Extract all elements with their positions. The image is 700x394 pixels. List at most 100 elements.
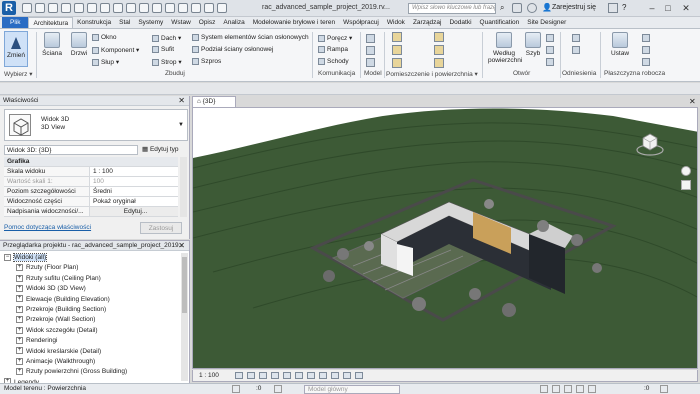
tree-item[interactable]: + Widoki 3D (3D View): [0, 284, 180, 294]
expand-icon[interactable]: +: [16, 305, 23, 313]
undo-icon[interactable]: [61, 3, 71, 13]
crop-view-icon[interactable]: [295, 372, 303, 379]
view-scale[interactable]: 1 : 100: [199, 370, 219, 381]
floor-button[interactable]: Strop ▾: [152, 58, 182, 66]
tab-item[interactable]: Zarządzaj: [409, 17, 446, 28]
minimize-icon[interactable]: –: [646, 2, 658, 14]
help-icon[interactable]: ?: [622, 3, 626, 12]
tab-item[interactable]: Systemy: [134, 17, 167, 28]
level-icon[interactable]: [572, 34, 580, 42]
property-value[interactable]: 100: [90, 177, 178, 186]
select-underlay-icon[interactable]: [552, 385, 560, 393]
properties-scrollbar[interactable]: [180, 157, 187, 217]
browser-scroll-thumb[interactable]: [182, 257, 187, 313]
tab-item[interactable]: Architektura: [28, 17, 74, 28]
by-face-button[interactable]: Według powierzchni: [488, 32, 522, 64]
tree-item[interactable]: + Animacje (Walkthrough): [0, 357, 180, 367]
close-icon[interactable]: ✕: [689, 97, 696, 106]
tab-item[interactable]: Dodatki: [445, 17, 475, 28]
property-value[interactable]: Edytuj...: [90, 207, 178, 216]
thin-lines-icon[interactable]: [178, 3, 188, 13]
vertical-opening-icon[interactable]: [546, 46, 554, 54]
select-by-face-icon[interactable]: [576, 385, 584, 393]
tree-item[interactable]: − Widoki (all): [0, 253, 180, 263]
wall-button[interactable]: Ściana: [40, 32, 64, 57]
tag-icon[interactable]: [126, 3, 136, 13]
expand-icon[interactable]: +: [16, 347, 23, 355]
worksets-icon[interactable]: [232, 385, 240, 393]
area-boundary-icon[interactable]: [434, 45, 444, 55]
curtain-grid-button[interactable]: Podział ściany osłonowej: [192, 46, 273, 53]
temporary-hide-icon[interactable]: [331, 372, 339, 379]
tab-item[interactable]: Site Designer: [523, 17, 570, 28]
show-workplane-icon[interactable]: [642, 34, 650, 42]
text-icon[interactable]: [139, 3, 149, 13]
properties-help-link[interactable]: Pomoc dotycząca właściwości: [4, 224, 91, 231]
tab-item[interactable]: Widok: [383, 17, 409, 28]
expand-icon[interactable]: +: [16, 295, 23, 303]
viewcube-icon[interactable]: [635, 128, 665, 158]
view-tab[interactable]: ⌂ {3D}: [192, 96, 236, 107]
expand-icon[interactable]: +: [16, 368, 23, 376]
select-pinned-icon[interactable]: [564, 385, 572, 393]
tree-item[interactable]: + Rzuty sufitu (Ceiling Plan): [0, 274, 180, 284]
room-separator-icon[interactable]: [392, 45, 402, 55]
close-icon[interactable]: ✕: [680, 2, 692, 14]
modify-button[interactable]: Zmień: [4, 31, 28, 67]
tree-item[interactable]: + Widoki kreślarskie (Detail): [0, 347, 180, 357]
wall-opening-icon[interactable]: [546, 34, 554, 42]
sun-path-icon[interactable]: [259, 372, 267, 379]
expand-icon[interactable]: +: [16, 336, 23, 344]
app-menu-button[interactable]: R: [2, 1, 16, 15]
apply-button[interactable]: Zastosuj: [140, 222, 182, 234]
tab-item[interactable]: Opisz: [195, 17, 220, 28]
grid-icon[interactable]: [572, 46, 580, 54]
section-icon[interactable]: [165, 3, 175, 13]
filter-icon[interactable]: [660, 385, 668, 393]
sync-icon[interactable]: [48, 3, 58, 13]
expand-icon[interactable]: +: [16, 274, 23, 282]
close-icon[interactable]: ✕: [178, 96, 185, 106]
model-line-icon[interactable]: [366, 46, 375, 55]
edit-type-button[interactable]: ▦ Edytuj typ: [142, 145, 179, 153]
analytical-model-icon[interactable]: [355, 372, 363, 379]
roof-button[interactable]: Dach ▾: [152, 34, 181, 42]
zoom-icon[interactable]: [681, 180, 691, 190]
detail-level-icon[interactable]: [235, 372, 243, 379]
autodesk-app-icon[interactable]: [608, 3, 618, 13]
column-button[interactable]: Słup ▾: [92, 58, 119, 66]
reveal-hidden-icon[interactable]: [343, 372, 351, 379]
expand-icon[interactable]: +: [16, 326, 23, 334]
drag-elements-icon[interactable]: [588, 385, 596, 393]
tab-item[interactable]: Konstrukcja: [73, 17, 115, 28]
model-text-icon[interactable]: [366, 34, 375, 43]
tab-item[interactable]: Modelowanie bryłowe i teren: [249, 17, 339, 28]
search-icon[interactable]: ⌕: [500, 3, 504, 13]
door-button[interactable]: Drzwi: [68, 32, 90, 57]
close-icon[interactable]: ✕: [178, 241, 185, 251]
tree-item[interactable]: + Przekroje (Wall Section): [0, 315, 180, 325]
ref-plane-icon[interactable]: [642, 46, 650, 54]
maximize-icon[interactable]: □: [662, 2, 674, 14]
tab-item[interactable]: Stal: [115, 17, 134, 28]
expand-icon[interactable]: +: [16, 284, 23, 292]
tab-file[interactable]: Plik: [2, 17, 29, 28]
tab-item[interactable]: Quantification: [476, 17, 524, 28]
room-icon[interactable]: [392, 32, 402, 42]
sign-in-link[interactable]: Zarejestruj się: [552, 4, 596, 11]
tab-item[interactable]: Wstaw: [167, 17, 195, 28]
navigation-wheel-icon[interactable]: [681, 166, 691, 176]
set-workplane-button[interactable]: Ustaw: [608, 32, 632, 57]
select-links-icon[interactable]: [540, 385, 548, 393]
tree-item[interactable]: + Renderingi: [0, 336, 180, 346]
visual-style-icon[interactable]: [247, 372, 255, 379]
expand-icon[interactable]: +: [16, 357, 23, 365]
tree-item[interactable]: + Widok szczegółu (Detail): [0, 326, 180, 336]
print-icon[interactable]: [87, 3, 97, 13]
tree-item[interactable]: + Rzuty (Floor Plan): [0, 263, 180, 273]
property-value[interactable]: Pokaż oryginał: [90, 197, 178, 206]
close-hidden-icon[interactable]: [191, 3, 201, 13]
expand-icon[interactable]: +: [16, 316, 23, 324]
room-tag-icon[interactable]: [392, 58, 402, 68]
render-icon[interactable]: [283, 372, 291, 379]
